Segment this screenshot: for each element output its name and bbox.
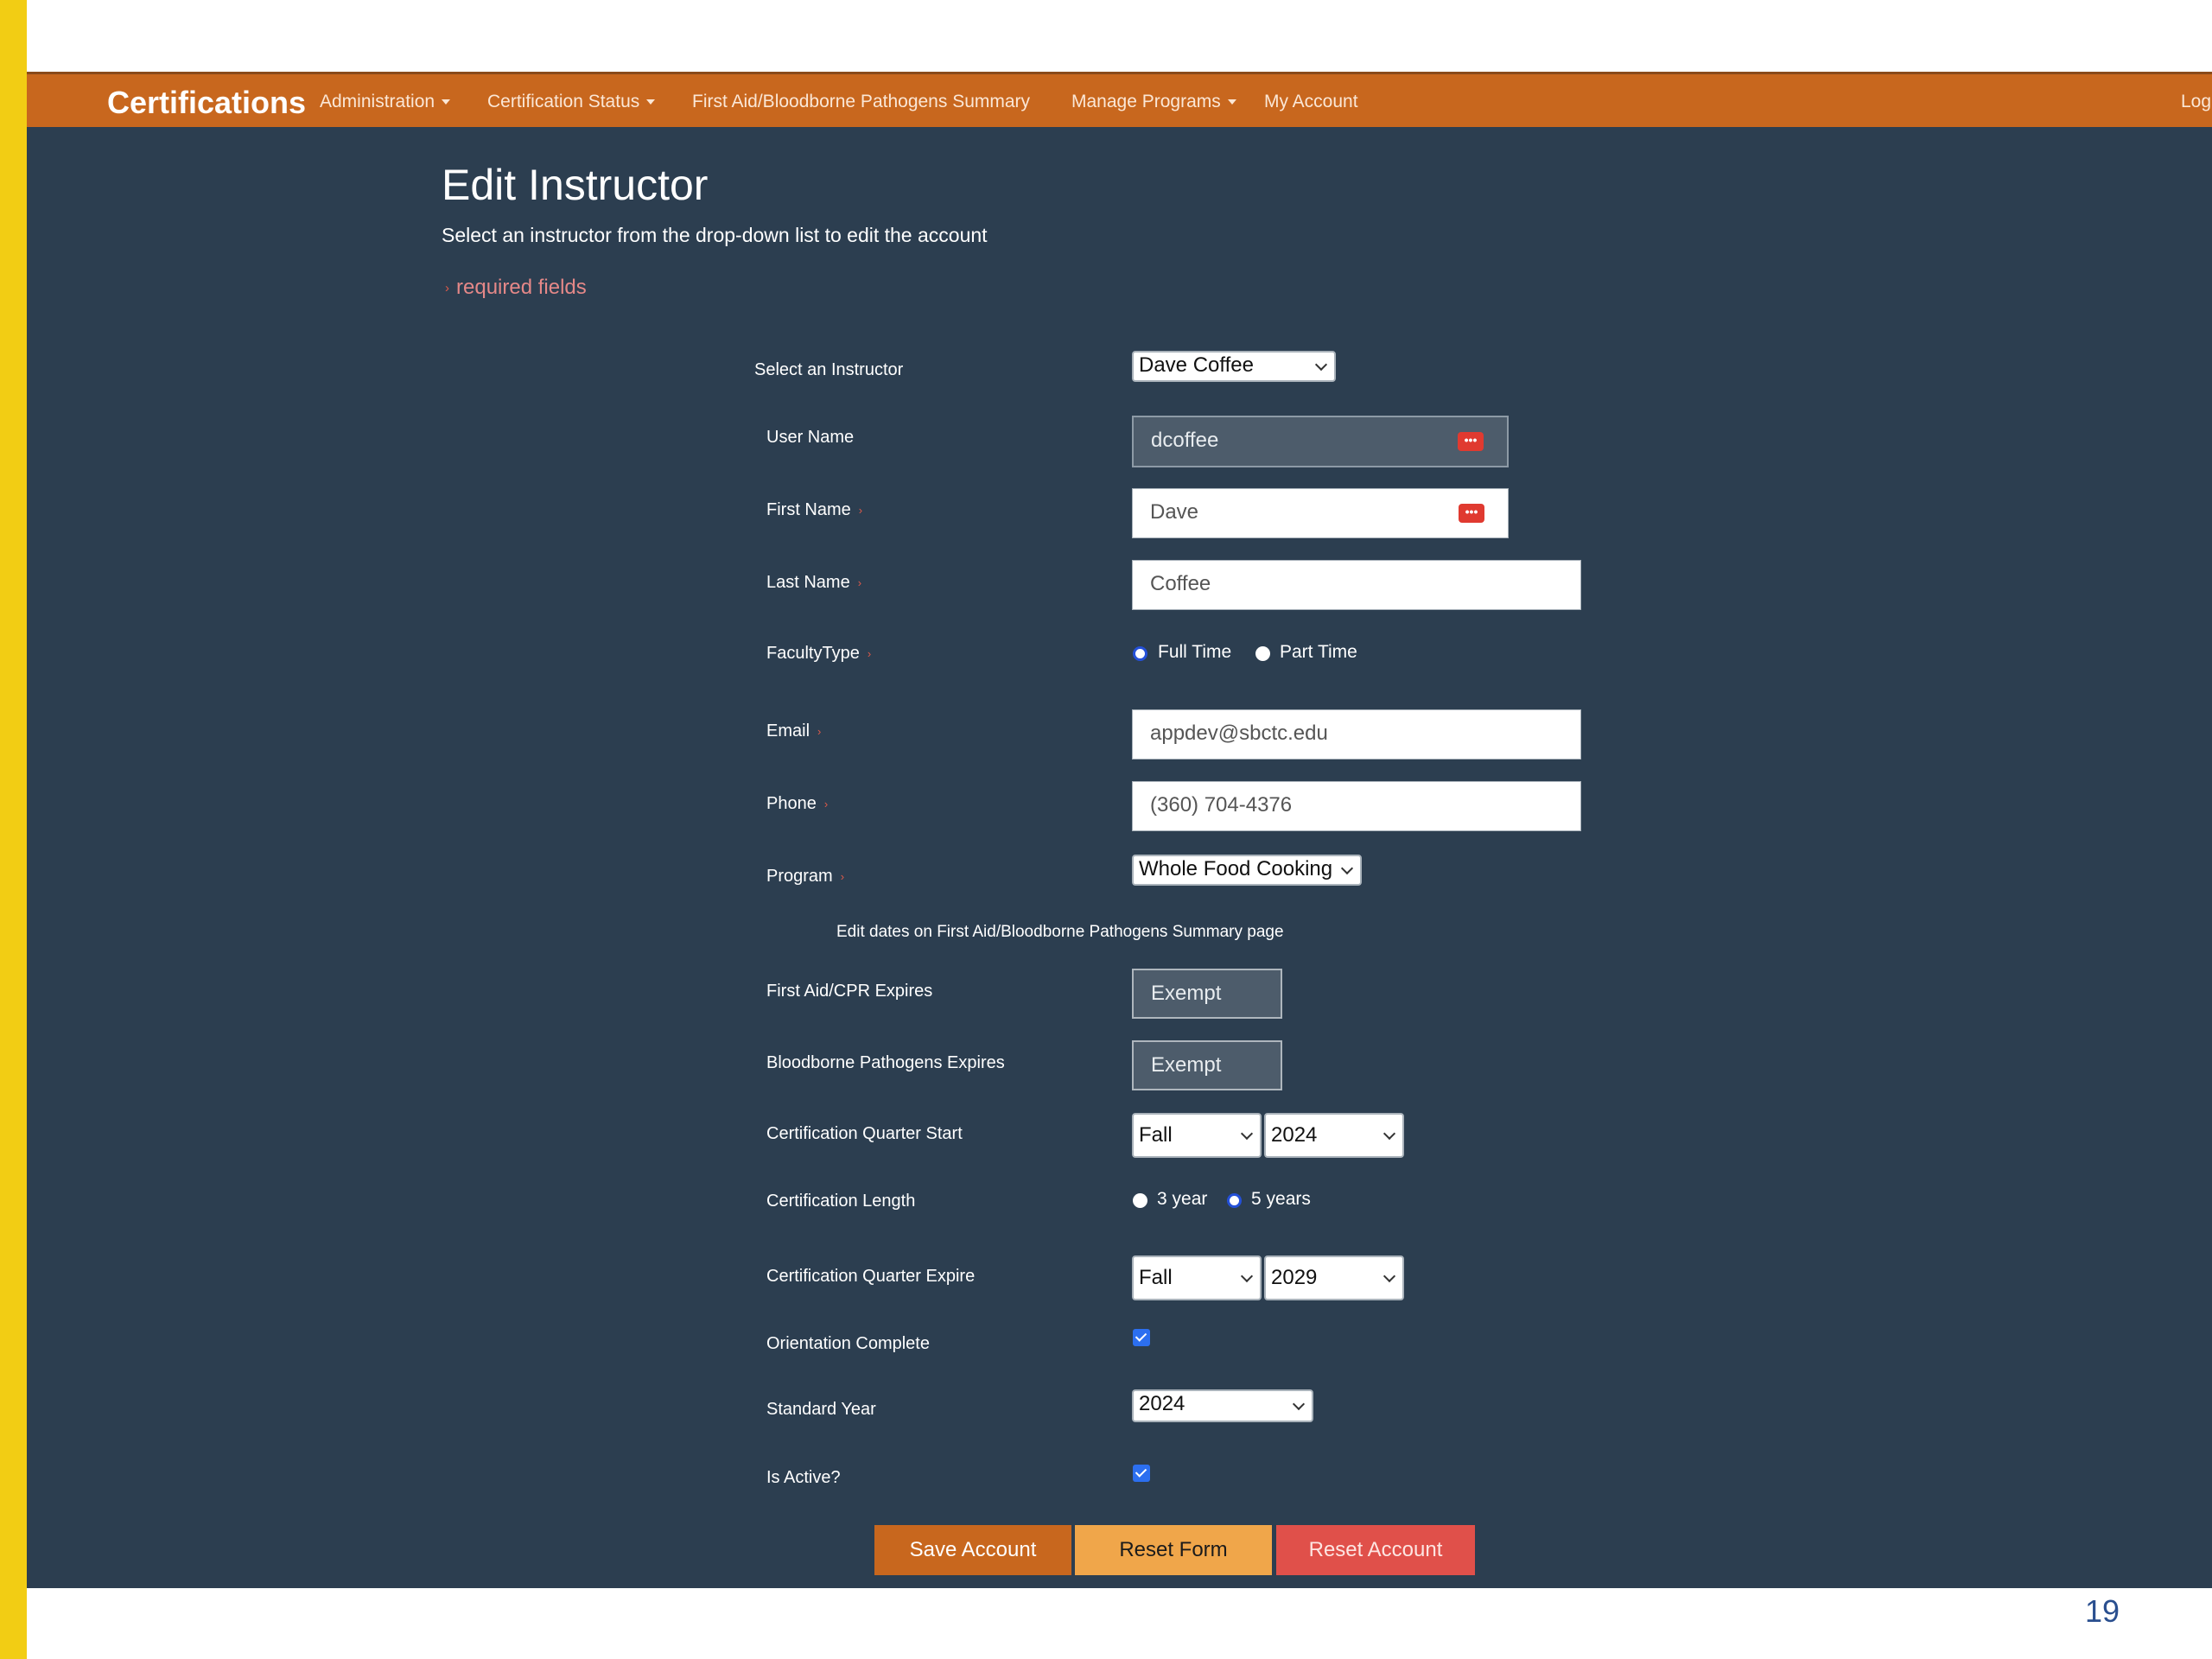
user-name-label: User Name bbox=[766, 428, 855, 447]
phone-field[interactable]: (360) 704-4376 bbox=[1132, 781, 1581, 831]
nav-administration[interactable]: Administration bbox=[320, 92, 451, 112]
nav-certification-status[interactable]: Certification Status bbox=[487, 92, 656, 112]
nav-manage-programs[interactable]: Manage Programs bbox=[1071, 92, 1236, 112]
email-label: Email › bbox=[766, 721, 822, 741]
caret-down-icon bbox=[442, 99, 451, 105]
faculty-type-label: FacultyType › bbox=[766, 644, 872, 663]
user-name-field[interactable]: dcoffee ••• bbox=[1132, 416, 1509, 467]
is-active-label: Is Active? bbox=[766, 1468, 841, 1487]
caret-down-icon bbox=[1227, 99, 1236, 105]
last-name-label: Last Name › bbox=[766, 573, 862, 592]
standard-year-label: Standard Year bbox=[766, 1400, 876, 1419]
radio-full-time-label: Full Time bbox=[1158, 642, 1232, 662]
nav-my-account[interactable]: My Account bbox=[1264, 92, 1358, 112]
standard-year-dropdown[interactable]: 2024 bbox=[1132, 1389, 1313, 1422]
caret-down-icon bbox=[646, 99, 656, 105]
page-title: Edit Instructor bbox=[442, 161, 709, 209]
bloodborne-expires-field: Exempt bbox=[1132, 1040, 1282, 1090]
quarter-start-label: Certification Quarter Start bbox=[766, 1124, 963, 1143]
radio-part-time-label: Part Time bbox=[1280, 642, 1357, 662]
email-field[interactable]: appdev@sbctc.edu bbox=[1132, 709, 1581, 760]
cert-length-label: Certification Length bbox=[766, 1192, 916, 1211]
app-window: Certifications Administration Certificat… bbox=[27, 72, 2212, 1588]
required-marker-icon: › bbox=[858, 504, 863, 518]
password-manager-icon[interactable]: ••• bbox=[1458, 432, 1484, 451]
radio-3-year[interactable] bbox=[1133, 1193, 1147, 1208]
page-subtitle: Select an instructor from the drop-down … bbox=[442, 224, 988, 246]
chevron-down-icon bbox=[1240, 1127, 1254, 1141]
nav-first-aid-summary[interactable]: First Aid/Bloodborne Pathogens Summary bbox=[692, 92, 1030, 112]
radio-full-time[interactable] bbox=[1133, 646, 1147, 661]
bloodborne-expires-label: Bloodborne Pathogens Expires bbox=[766, 1053, 1005, 1072]
quarter-expire-label: Certification Quarter Expire bbox=[766, 1267, 976, 1286]
first-aid-expires-field: Exempt bbox=[1132, 969, 1282, 1019]
top-navbar: Certifications Administration Certificat… bbox=[27, 72, 2212, 127]
required-fields-note: › required fields bbox=[445, 276, 587, 299]
select-instructor-label: Select an Instructor bbox=[754, 360, 904, 379]
phone-label: Phone › bbox=[766, 794, 829, 813]
chevron-down-icon bbox=[1382, 1127, 1396, 1141]
radio-5-years[interactable] bbox=[1227, 1193, 1242, 1208]
quarter-start-season-dropdown[interactable]: Fall bbox=[1132, 1113, 1262, 1158]
required-marker-icon: › bbox=[857, 576, 862, 590]
last-name-field[interactable]: Coffee bbox=[1132, 560, 1581, 610]
quarter-expire-season-dropdown[interactable]: Fall bbox=[1132, 1255, 1262, 1300]
program-label: Program › bbox=[766, 867, 845, 886]
save-account-button[interactable]: Save Account bbox=[874, 1525, 1071, 1575]
required-marker-icon: › bbox=[840, 870, 845, 884]
radio-part-time[interactable] bbox=[1255, 646, 1270, 661]
first-aid-expires-label: First Aid/CPR Expires bbox=[766, 982, 933, 1001]
chevron-down-icon bbox=[1240, 1269, 1254, 1283]
required-marker-icon: › bbox=[445, 281, 449, 296]
chevron-down-icon bbox=[1340, 861, 1354, 875]
quarter-expire-year-dropdown[interactable]: 2029 bbox=[1264, 1255, 1404, 1300]
first-name-field[interactable]: Dave ••• bbox=[1132, 488, 1509, 538]
required-marker-icon: › bbox=[823, 798, 829, 811]
slide-page-number: 19 bbox=[2085, 1593, 2120, 1629]
quarter-start-year-dropdown[interactable]: 2024 bbox=[1264, 1113, 1404, 1158]
orientation-complete-checkbox[interactable] bbox=[1133, 1329, 1150, 1346]
password-manager-icon[interactable]: ••• bbox=[1459, 504, 1484, 523]
reset-account-button[interactable]: Reset Account bbox=[1276, 1525, 1475, 1575]
dates-note: Edit dates on First Aid/Bloodborne Patho… bbox=[836, 923, 1284, 941]
reset-form-button[interactable]: Reset Form bbox=[1075, 1525, 1272, 1575]
required-marker-icon: › bbox=[817, 725, 822, 739]
select-instructor-dropdown[interactable]: Dave Coffee bbox=[1132, 351, 1336, 382]
is-active-checkbox[interactable] bbox=[1133, 1465, 1150, 1482]
chevron-down-icon bbox=[1382, 1269, 1396, 1283]
radio-3-year-label: 3 year bbox=[1157, 1189, 1208, 1209]
chevron-down-icon bbox=[1314, 358, 1328, 372]
program-dropdown[interactable]: Whole Food Cooking bbox=[1132, 855, 1362, 886]
slide-accent-bar bbox=[0, 0, 27, 1659]
orientation-complete-label: Orientation Complete bbox=[766, 1334, 930, 1353]
radio-5-years-label: 5 years bbox=[1251, 1189, 1311, 1209]
required-marker-icon: › bbox=[867, 647, 872, 661]
nav-logout[interactable]: Log bbox=[2181, 92, 2211, 112]
brand-logo[interactable]: Certifications bbox=[107, 85, 306, 121]
first-name-label: First Name › bbox=[766, 500, 863, 519]
chevron-down-icon bbox=[1292, 1397, 1306, 1411]
